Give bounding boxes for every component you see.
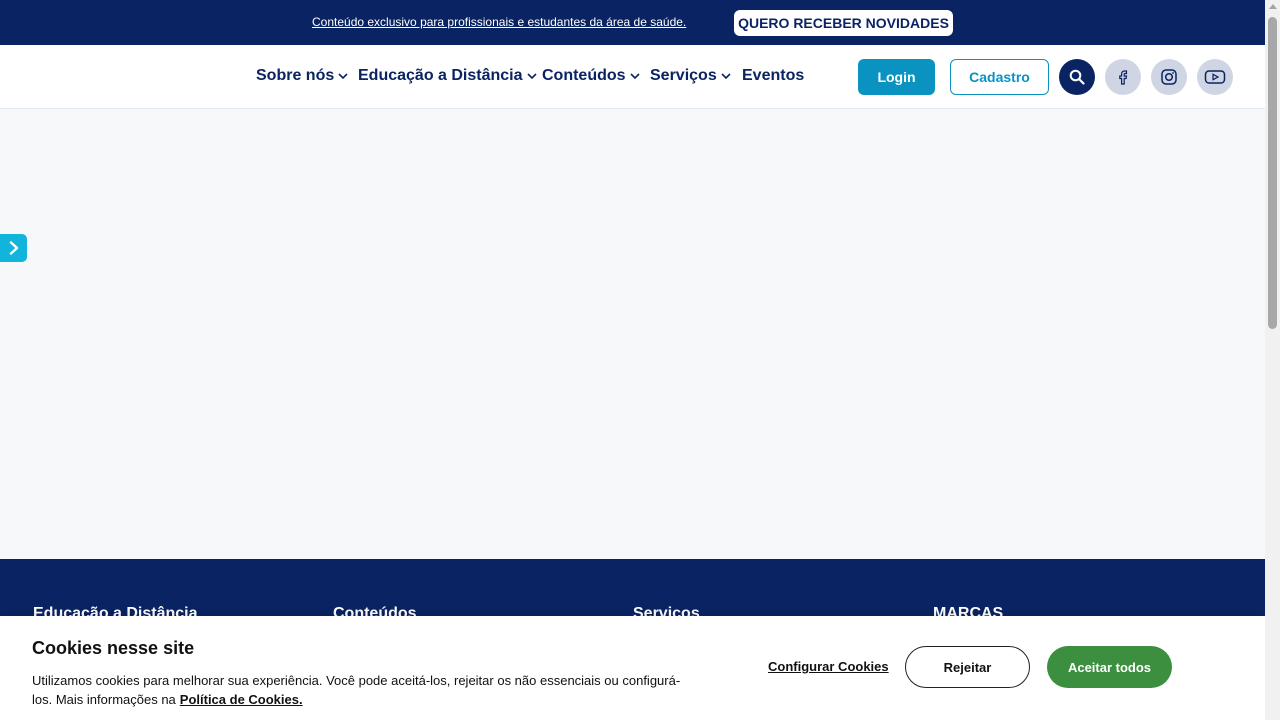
nav-item-label: Serviços (650, 67, 717, 84)
chevron-down-icon (338, 73, 348, 80)
reject-cookies-button[interactable]: Rejeitar (905, 646, 1030, 688)
cookie-banner-title: Cookies nesse site (32, 638, 195, 658)
page-scrollbar[interactable] (1265, 0, 1280, 720)
search-button[interactable] (1059, 59, 1095, 95)
nav-item-educacao-a-distancia[interactable]: Educação a Distância (358, 67, 537, 85)
announcement-bar: Conteúdo exclusivo para profissionais e … (0, 0, 1265, 45)
side-panel-toggle[interactable] (0, 234, 27, 262)
search-icon (1069, 69, 1085, 85)
instagram-button[interactable] (1151, 59, 1187, 95)
youtube-button[interactable] (1197, 59, 1233, 95)
nav-item-label: Educação a Distância (358, 67, 523, 84)
nav-item-eventos[interactable]: Eventos (742, 67, 804, 85)
chevron-down-icon (721, 73, 731, 80)
nav-item-label: Sobre nós (256, 67, 335, 84)
site-header: Sobre nós Educação a Distância Conteúdos… (0, 45, 1265, 109)
login-button[interactable]: Login (858, 59, 935, 95)
cookie-banner-text: Utilizamos cookies para melhorar sua exp… (32, 671, 692, 709)
nav-item-label: Eventos (742, 67, 805, 84)
signup-button[interactable]: Cadastro (950, 59, 1049, 95)
chevron-down-icon (629, 73, 640, 80)
youtube-icon (1204, 70, 1226, 84)
chevron-down-icon (526, 73, 537, 80)
instagram-icon (1161, 69, 1177, 85)
chevron-right-icon (9, 241, 18, 255)
scrollbar-thumb[interactable] (1268, 17, 1277, 329)
configure-cookies-link[interactable]: Configurar Cookies (768, 659, 889, 674)
accept-all-cookies-button[interactable]: Aceitar todos (1047, 646, 1172, 688)
nav-item-sobre-nos[interactable]: Sobre nós (256, 67, 348, 85)
subscribe-news-button[interactable]: QUERO RECEBER NOVIDADES (734, 10, 953, 36)
cookie-description: Utilizamos cookies para melhorar sua exp… (32, 673, 681, 707)
exclusive-content-link[interactable]: Conteúdo exclusivo para profissionais e … (312, 15, 686, 29)
scroll-up-arrow-icon[interactable] (1269, 4, 1277, 9)
nav-item-servicos[interactable]: Serviços (650, 67, 731, 85)
nav-item-conteudos[interactable]: Conteúdos (542, 67, 640, 85)
nav-item-label: Conteúdos (542, 67, 626, 84)
cookie-banner: Cookies nesse site Utilizamos cookies pa… (0, 616, 1265, 720)
facebook-icon (1119, 70, 1128, 85)
cookie-policy-link[interactable]: Política de Cookies. (180, 692, 303, 707)
facebook-button[interactable] (1105, 59, 1141, 95)
